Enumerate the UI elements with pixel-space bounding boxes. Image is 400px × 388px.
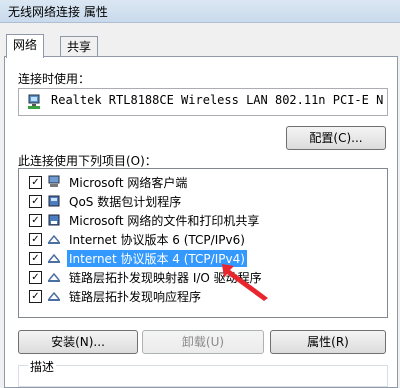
components-list: ✓ Microsoft 网络客户端 ✓ QoS 数据包计划程序 ✓ Micros… xyxy=(18,168,388,318)
uninstall-button[interactable]: 卸载(U) xyxy=(142,330,264,354)
item-label: Microsoft 网络的文件和打印机共享 xyxy=(69,214,260,228)
connect-using-label: 连接时使用： xyxy=(18,72,91,86)
description-label: 描述 xyxy=(28,358,57,375)
item-label: Microsoft 网络客户端 xyxy=(69,176,188,190)
item-label: 链路层拓扑发现响应程序 xyxy=(69,290,202,304)
item-checkbox[interactable]: ✓ xyxy=(29,233,42,246)
protocol-icon xyxy=(48,234,60,244)
title-bar: 无线网络连接 属性 xyxy=(0,0,400,23)
adapter-name: Realtek RTL8188CE Wireless LAN 802.11n P… xyxy=(51,93,384,107)
file-printer-sharing-icon xyxy=(48,214,60,226)
qos-scheduler-icon xyxy=(48,195,60,207)
item-checkbox[interactable]: ✓ xyxy=(29,214,42,227)
item-checkbox[interactable]: ✓ xyxy=(29,290,42,303)
item-checkbox[interactable]: ✓ xyxy=(29,176,42,189)
protocol-icon xyxy=(48,272,60,282)
protocol-icon xyxy=(48,253,60,263)
items-label: 此连接使用下列项目(O)： xyxy=(18,154,157,168)
item-checkbox[interactable]: ✓ xyxy=(29,195,42,208)
description-group xyxy=(18,365,388,387)
properties-button[interactable]: 属性(R) xyxy=(270,330,386,354)
configure-button[interactable]: 配置(C)... xyxy=(286,126,386,150)
tab-sharing[interactable]: 共享 xyxy=(60,36,99,57)
network-adapter-icon xyxy=(28,94,40,109)
list-item[interactable]: ✓ Microsoft 网络客户端 xyxy=(19,173,387,192)
protocol-icon xyxy=(48,291,60,301)
list-item[interactable]: ✓ 链路层拓扑发现响应程序 xyxy=(19,287,387,306)
list-item[interactable]: ✓ Microsoft 网络的文件和打印机共享 xyxy=(19,211,387,230)
list-item-selected[interactable]: ✓ Internet 协议版本 4 (TCP/IPv4) xyxy=(19,249,387,268)
red-arrow-annotation xyxy=(222,264,268,301)
list-item[interactable]: ✓ QoS 数据包计划程序 xyxy=(19,192,387,211)
item-label: QoS 数据包计划程序 xyxy=(69,195,182,209)
item-checkbox[interactable]: ✓ xyxy=(29,252,42,265)
list-item[interactable]: ✓ 链路层拓扑发现映射器 I/O 驱动程序 xyxy=(19,268,387,287)
list-item[interactable]: ✓ Internet 协议版本 6 (TCP/IPv6) xyxy=(19,230,387,249)
network-client-icon xyxy=(48,175,60,187)
item-label: Internet 协议版本 6 (TCP/IPv6) xyxy=(69,233,245,247)
install-button[interactable]: 安装(N)... xyxy=(18,330,138,354)
adapter-field: Realtek RTL8188CE Wireless LAN 802.11n P… xyxy=(18,88,388,116)
tab-network[interactable]: 网络 xyxy=(6,34,45,58)
item-checkbox[interactable]: ✓ xyxy=(29,271,42,284)
window-title: 无线网络连接 属性 xyxy=(8,5,108,19)
